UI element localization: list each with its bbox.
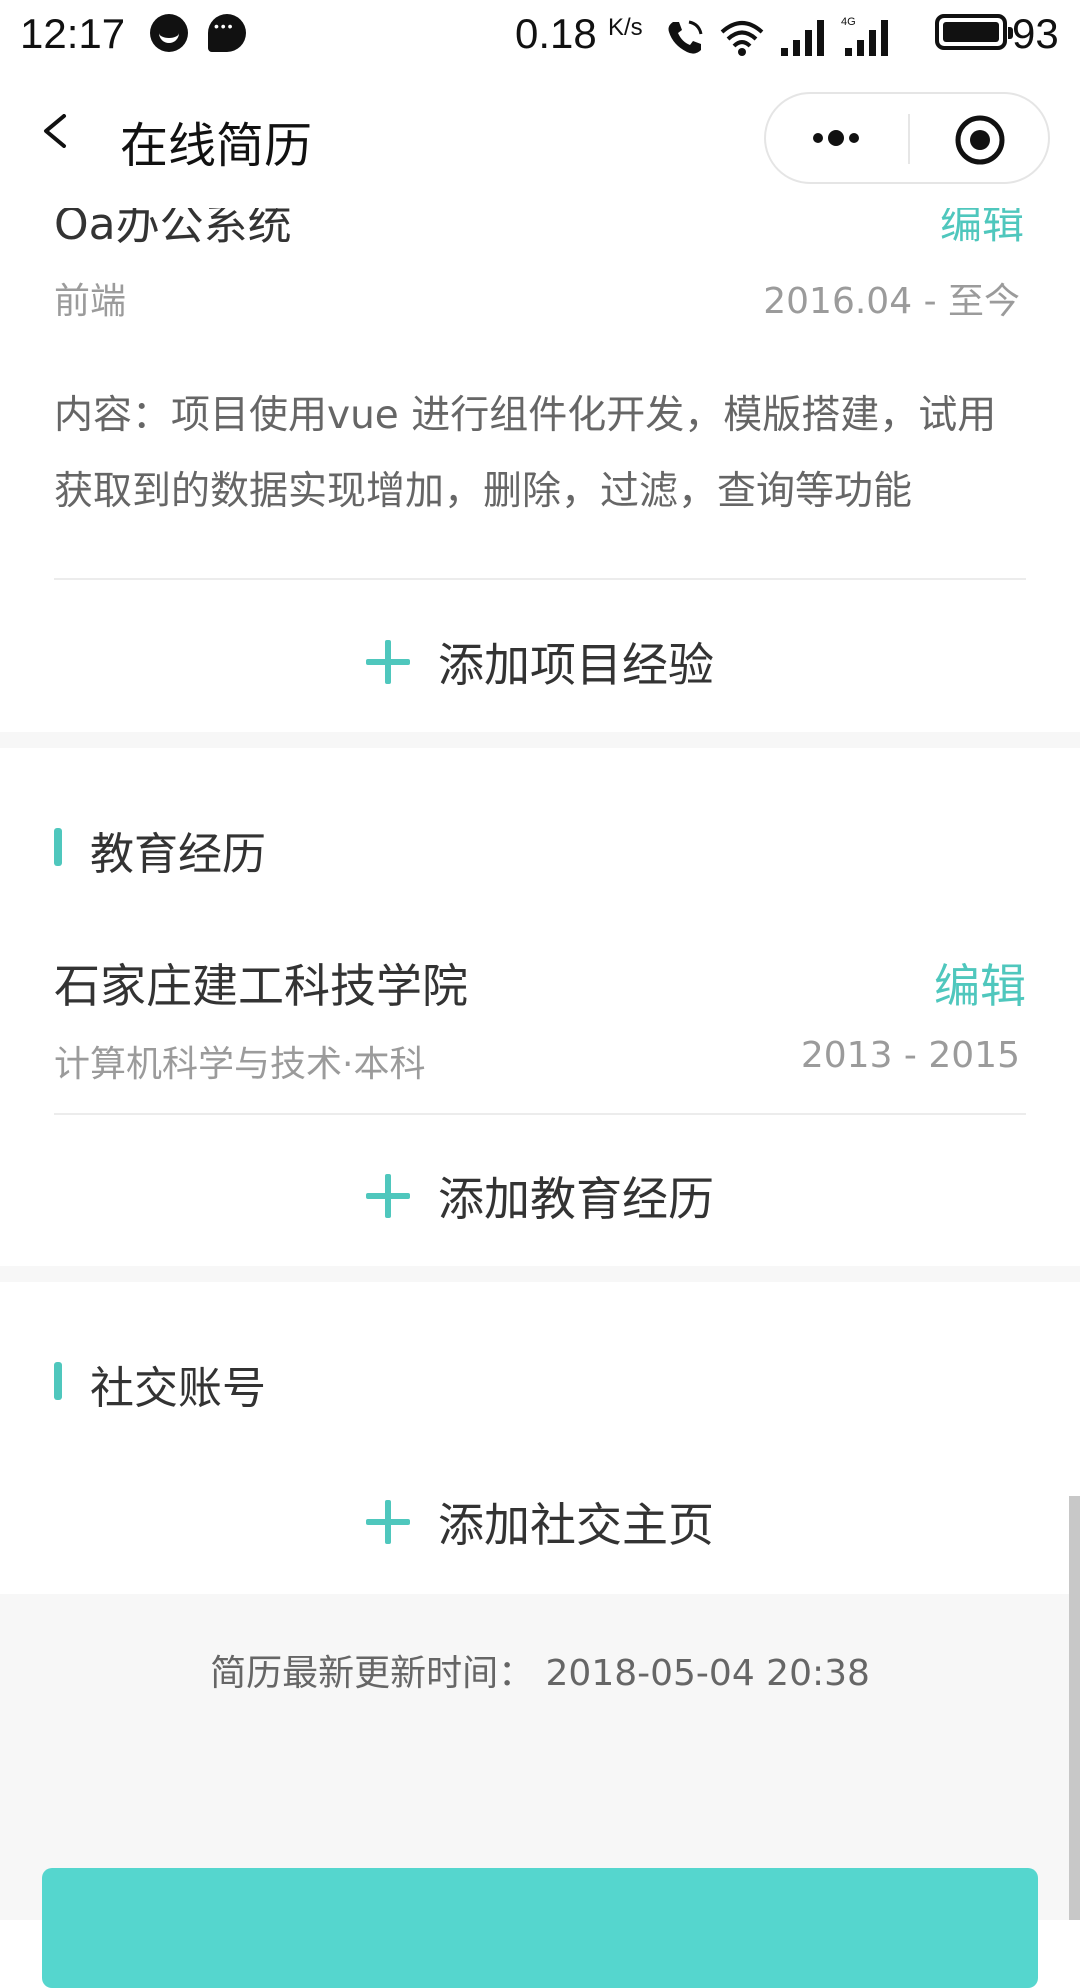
project-role: 前端 xyxy=(54,281,127,322)
education-years: 2013 - 2015 xyxy=(800,1035,1020,1076)
section-separator xyxy=(0,732,1080,748)
back-arrow-icon[interactable] xyxy=(38,114,72,148)
battery-level: 93 xyxy=(1012,10,1059,57)
add-education-label: 添加教育经历 xyxy=(438,1172,714,1226)
section-separator xyxy=(0,1266,1080,1282)
education-section-title: 教育经历 xyxy=(90,829,266,880)
divider xyxy=(54,1113,1026,1115)
update-time: 简历最新更新时间： 2018-05-04 20:38 xyxy=(210,1653,870,1694)
net-speed-unit: K/s xyxy=(608,14,643,41)
nav-bar: 在线简历 xyxy=(0,66,1080,208)
signal-4g-icon: 4G xyxy=(841,16,888,56)
education-school: 石家庄建工科技学院 xyxy=(54,959,468,1013)
battery-icon xyxy=(935,14,1013,50)
add-social-button[interactable]: 添加社交主页 xyxy=(0,1482,1080,1562)
plus-icon xyxy=(366,640,410,684)
divider xyxy=(54,578,1026,580)
add-social-label: 添加社交主页 xyxy=(438,1498,714,1552)
education-major: 计算机科学与技术·本科 xyxy=(54,1044,426,1085)
more-icon[interactable] xyxy=(806,118,866,158)
section-accent-bar xyxy=(54,1362,62,1400)
plus-icon xyxy=(366,1174,410,1218)
education-edit-link[interactable]: 编辑 xyxy=(934,950,1026,1016)
add-education-button[interactable]: 添加教育经历 xyxy=(0,1156,1080,1236)
project-date: 2016.04 - 至今 xyxy=(763,281,1020,322)
plus-icon xyxy=(366,1500,410,1544)
add-project-button[interactable]: 添加项目经验 xyxy=(0,622,1080,702)
project-description: 内容：项目使用vue 进行组件化开发，模版搭建，试用获取到的数据实现增加，删除，… xyxy=(54,393,997,514)
page-title: 在线简历 xyxy=(120,118,313,174)
resume-content: Oa办公系统 编辑 前端 2016.04 - 至今 内容：项目使用vue 进行组… xyxy=(0,0,1080,1988)
status-bar: 12:17 0.18 K/s 4G 93 xyxy=(0,0,1080,66)
status-icons: 4G xyxy=(665,8,893,58)
net-speed: 0.18 xyxy=(515,10,597,57)
phone-call-icon xyxy=(668,20,703,54)
miniprogram-capsule xyxy=(764,92,1050,184)
emoji-app-icon xyxy=(150,14,188,52)
status-time: 12:17 xyxy=(20,10,126,57)
signal-icon xyxy=(781,20,824,56)
capsule-divider xyxy=(908,114,910,164)
section-accent-bar xyxy=(54,828,62,866)
add-project-label: 添加项目经验 xyxy=(438,638,714,692)
svg-text:4G: 4G xyxy=(841,16,856,28)
social-section-title: 社交账号 xyxy=(90,1363,266,1414)
bottom-action-button[interactable] xyxy=(42,1868,1038,1988)
scrollbar[interactable] xyxy=(1069,1496,1080,1920)
close-miniprogram-icon[interactable] xyxy=(954,114,1006,166)
chat-app-icon xyxy=(208,14,246,52)
wifi-icon xyxy=(720,21,764,56)
